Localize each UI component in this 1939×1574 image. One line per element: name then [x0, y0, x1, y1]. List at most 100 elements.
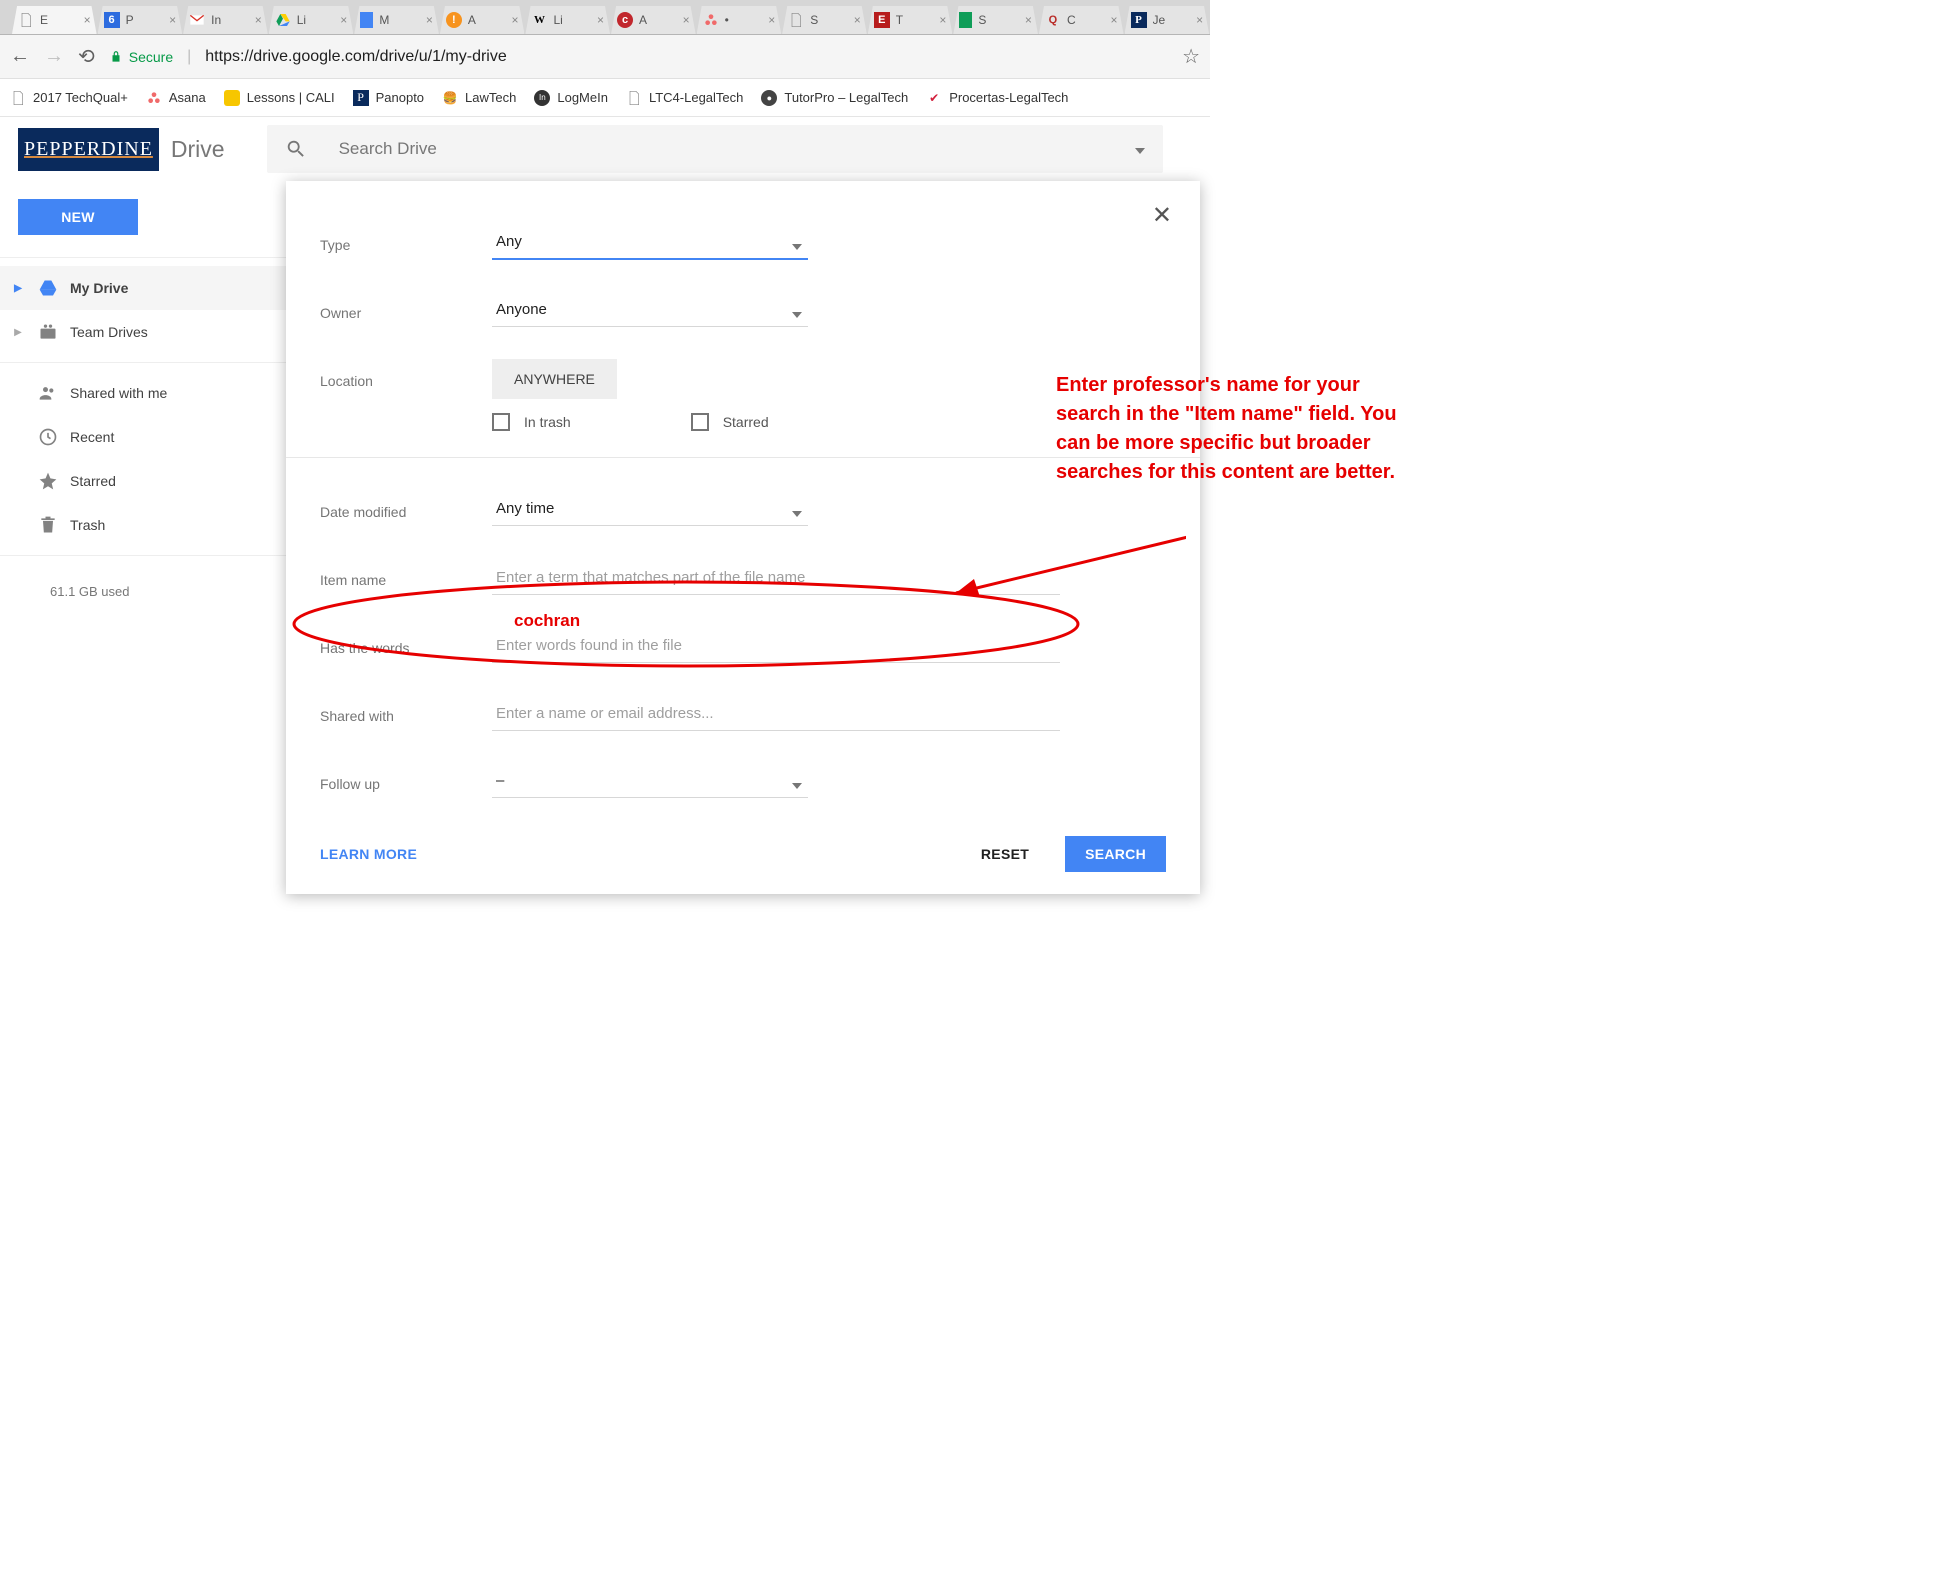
search-bar[interactable]: Search Drive [267, 125, 1163, 173]
close-icon[interactable]: × [854, 13, 861, 27]
item-name-label: Item name [320, 568, 492, 588]
search-placeholder: Search Drive [339, 139, 437, 159]
close-icon[interactable]: × [597, 13, 604, 27]
app-body: NEW ▶ My Drive ▶ Team Drives Shared wi [0, 181, 1210, 982]
storage-text: 61.1 GB used [0, 564, 286, 599]
forward-button[interactable]: → [44, 45, 64, 68]
sidebar-item-trash[interactable]: Trash [0, 503, 286, 547]
close-icon[interactable]: × [255, 13, 262, 27]
bookmark-label: Asana [169, 90, 206, 105]
starred-checkbox-label: Starred [723, 414, 769, 430]
chevron-down-icon[interactable] [1135, 139, 1145, 159]
alert-icon: ! [446, 12, 462, 28]
bookmark[interactable]: PPanopto [353, 90, 424, 106]
bookmark-label: Procertas-LegalTech [949, 90, 1068, 105]
sidebar-item-my-drive[interactable]: ▶ My Drive [0, 266, 286, 310]
url-text[interactable]: https://drive.google.com/drive/u/1/my-dr… [205, 48, 506, 66]
sidebar-item-team-drives[interactable]: ▶ Team Drives [0, 310, 286, 354]
bookmark[interactable]: 🍔LawTech [442, 90, 516, 106]
close-icon[interactable]: × [683, 13, 690, 27]
location-label: Location [320, 369, 492, 389]
close-icon[interactable]: × [1111, 13, 1118, 27]
browser-tab[interactable]: ET× [868, 6, 953, 34]
lock-icon [109, 50, 123, 64]
browser-tab[interactable]: QC× [1039, 6, 1124, 34]
wikipedia-icon: W [531, 12, 547, 28]
item-name-input[interactable] [492, 561, 1060, 595]
tab-label: S [810, 13, 854, 27]
owner-select[interactable]: Anyone [492, 295, 808, 327]
followup-select[interactable]: – [492, 766, 808, 798]
brand-logo[interactable]: PEPPERDINE [18, 128, 159, 171]
close-icon[interactable]: × [768, 13, 775, 27]
browser-tab[interactable]: PJe× [1125, 6, 1210, 34]
browser-tab[interactable]: S× [782, 6, 867, 34]
bookmark-label: LogMeIn [557, 90, 608, 105]
close-icon[interactable]: × [1025, 13, 1032, 27]
bookmark[interactable]: Asana [146, 90, 206, 106]
has-words-input[interactable] [492, 629, 1060, 663]
bookmark-label: Panopto [376, 90, 424, 105]
close-icon[interactable]: × [169, 13, 176, 27]
browser-tab[interactable]: E× [12, 6, 97, 34]
sheets-icon [959, 12, 972, 28]
product-name: Drive [171, 136, 225, 163]
in-trash-label: In trash [524, 414, 571, 430]
e-icon: E [874, 12, 890, 28]
cali-icon [224, 90, 240, 106]
sidebar-item-recent[interactable]: Recent [0, 415, 286, 459]
reload-button[interactable]: ⟲ [78, 44, 95, 69]
bookmark[interactable]: LTC4-LegalTech [626, 90, 743, 106]
browser-tab[interactable]: Li× [269, 6, 354, 34]
location-button[interactable]: ANYWHERE [492, 359, 617, 399]
tutor-icon: ● [761, 90, 777, 106]
starred-checkbox[interactable]: Starred [691, 413, 769, 431]
followup-label: Follow up [320, 772, 492, 792]
bookmark[interactable]: ●TutorPro – LegalTech [761, 90, 908, 106]
type-label: Type [320, 233, 492, 253]
security-indicator[interactable]: Secure [109, 49, 173, 65]
sidebar-item-label: My Drive [70, 280, 128, 296]
tab-label: S [978, 13, 1025, 27]
bookmark[interactable]: Lessons | CALI [224, 90, 335, 106]
browser-tab[interactable]: M× [354, 6, 439, 34]
close-icon[interactable]: × [340, 13, 347, 27]
learn-more-link[interactable]: LEARN MORE [320, 846, 417, 862]
bookmark-star-icon[interactable]: ☆ [1182, 44, 1200, 69]
sidebar-item-label: Team Drives [70, 324, 148, 340]
browser-tab[interactable]: !A× [440, 6, 525, 34]
bookmark[interactable]: InLogMeIn [534, 90, 608, 106]
sidebar-item-starred[interactable]: Starred [0, 459, 286, 503]
search-button[interactable]: SEARCH [1065, 836, 1166, 872]
back-button[interactable]: ← [10, 45, 30, 68]
chevron-down-icon [792, 776, 802, 793]
chevron-down-icon [792, 305, 802, 322]
tab-label: Je [1153, 13, 1197, 27]
shared-with-input[interactable] [492, 697, 1060, 731]
sidebar-item-shared[interactable]: Shared with me [0, 371, 286, 415]
shared-with-label: Shared with [320, 704, 492, 724]
bookmark[interactable]: ✔Procertas-LegalTech [926, 90, 1068, 106]
close-icon[interactable]: × [426, 13, 433, 27]
page-icon [788, 12, 804, 28]
browser-tab[interactable]: 6P× [98, 6, 183, 34]
close-icon[interactable]: × [1196, 13, 1203, 27]
browser-tab[interactable]: In× [183, 6, 268, 34]
close-icon[interactable]: ✕ [1152, 201, 1172, 230]
browser-tab[interactable]: •× [697, 6, 782, 34]
new-button[interactable]: NEW [18, 199, 138, 235]
browser-tab[interactable]: cA× [611, 6, 696, 34]
tab-label: P [126, 13, 170, 27]
tab-label: E [40, 13, 84, 27]
reset-button[interactable]: RESET [981, 846, 1029, 862]
close-icon[interactable]: × [84, 13, 91, 27]
bookmark[interactable]: 2017 TechQual+ [10, 90, 128, 106]
close-icon[interactable]: × [939, 13, 946, 27]
browser-tab[interactable]: S× [953, 6, 1038, 34]
date-select[interactable]: Any time [492, 494, 808, 526]
in-trash-checkbox[interactable]: In trash [492, 413, 571, 431]
close-icon[interactable]: × [511, 13, 518, 27]
tab-label: T [896, 13, 940, 27]
browser-tab[interactable]: WLi× [525, 6, 610, 34]
type-select[interactable]: Any [492, 227, 808, 260]
